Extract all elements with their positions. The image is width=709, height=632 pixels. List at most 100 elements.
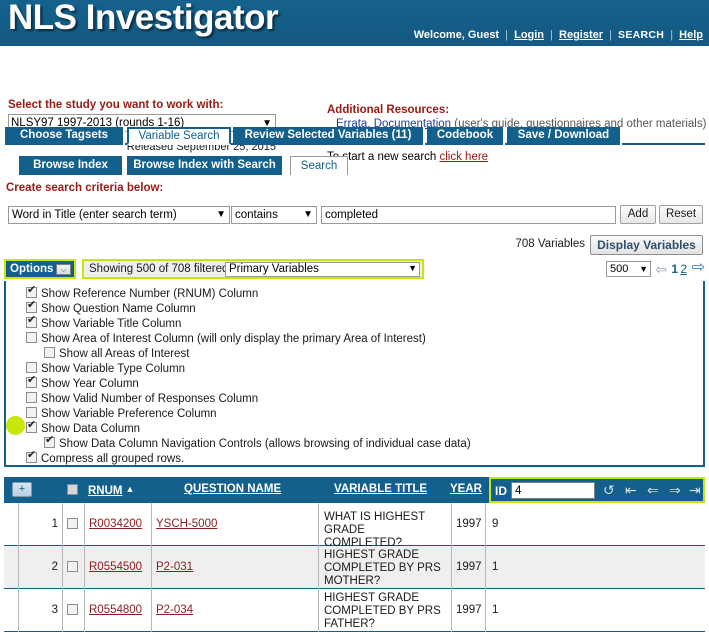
checkbox-icon[interactable] [26, 375, 37, 388]
row-variable-title: HIGHEST GRADE COMPLETED BY PRS FATHER? [324, 592, 441, 630]
row-question-name[interactable]: P2-034 [156, 604, 193, 616]
option-show-variable-type-column[interactable]: Show Variable Type Column [26, 362, 185, 375]
question-name-link[interactable]: P2-034 [156, 604, 193, 616]
subtab-browse-index-with-search[interactable]: Browse Index with Search [127, 156, 282, 175]
row-select-checkbox[interactable] [67, 518, 78, 529]
next-record-icon[interactable]: ⇒ [669, 482, 681, 499]
row-rnum[interactable]: R0034200 [89, 518, 142, 530]
next-page-arrow-icon[interactable]: ⇨ [692, 260, 705, 276]
tab-review-selected[interactable]: Review Selected Variables (11) [233, 127, 425, 145]
sort-ascending-icon: ▲ [125, 484, 135, 494]
checkbox-icon[interactable] [26, 300, 37, 313]
option-label: Show Variable Title Column [41, 318, 182, 330]
row-rnum[interactable]: R0554500 [89, 561, 142, 573]
option-show-rnum-column[interactable]: Show Reference Number (RNUM) Column [26, 285, 259, 300]
option-compress-grouped-rows[interactable]: Compress all grouped rows. [26, 450, 184, 465]
app-header: NLS Investigator Welcome, Guest | Login … [0, 0, 709, 46]
row-data-value: 1 [492, 561, 499, 573]
options-toggle-button[interactable]: Options ⌵ [4, 259, 76, 279]
register-link[interactable]: Register [559, 29, 603, 41]
row-select-checkbox[interactable] [67, 604, 78, 615]
expand-all-button[interactable]: + [12, 482, 32, 497]
rnum-link[interactable]: R0554800 [89, 604, 142, 616]
case-id-input[interactable] [511, 482, 595, 499]
filter-bar: Showing 500 of 708 filtered by Primary V… [82, 259, 424, 279]
checkbox-icon[interactable] [26, 392, 37, 403]
options-panel: Show Reference Number (RNUM) Column Show… [4, 281, 705, 467]
table-row[interactable]: 3 R0554800 P2-034 HIGHEST GRADE COMPLETE… [4, 589, 705, 632]
highlight-marker-dot [6, 416, 25, 435]
checkbox-icon[interactable] [26, 450, 37, 463]
search-operator-select[interactable]: contains ▼ [231, 206, 317, 224]
checkbox-icon[interactable] [26, 285, 37, 298]
checkbox-icon[interactable] [44, 347, 55, 358]
row-rnum[interactable]: R0554800 [89, 604, 142, 616]
page-size-select[interactable]: 500 ▼ [606, 261, 651, 277]
question-name-link[interactable]: P2-031 [156, 561, 193, 573]
refresh-icon[interactable]: ↺ [603, 482, 615, 499]
tab-variable-search[interactable]: Variable Search [127, 127, 231, 145]
option-show-data-column[interactable]: Show Data Column [26, 420, 140, 435]
row-variable-title: WHAT IS HIGHEST GRADE COMPLETED? [324, 511, 425, 549]
link-separator: | [609, 29, 612, 41]
link-separator: | [670, 29, 674, 41]
search-field-select[interactable]: Word in Title (enter search term) ▼ [8, 206, 230, 224]
checkbox-icon[interactable] [44, 435, 55, 448]
row-select-checkbox[interactable] [67, 561, 78, 572]
first-record-icon[interactable]: ⇤ [625, 482, 637, 499]
table-row[interactable]: 2 R0554500 P2-031 HIGHEST GRADE COMPLETE… [4, 546, 705, 589]
previous-record-icon[interactable]: ⇐ [647, 482, 659, 499]
row-question-name[interactable]: P2-031 [156, 561, 193, 573]
last-record-icon[interactable]: ⇥ [689, 482, 701, 499]
login-link[interactable]: Login [514, 29, 544, 41]
page-number-1[interactable]: 1 [671, 262, 678, 276]
display-variables-button[interactable]: Display Variables [590, 235, 703, 255]
checkbox-icon[interactable] [26, 362, 37, 373]
checkbox-icon[interactable] [26, 332, 37, 343]
subtab-browse-index[interactable]: Browse Index [19, 156, 122, 175]
subtab-search[interactable]: Search [290, 156, 348, 175]
option-show-area-of-interest-column[interactable]: Show Area of Interest Column (will only … [26, 332, 426, 345]
page-number-2[interactable]: 2 [680, 262, 687, 276]
option-show-all-areas-of-interest[interactable]: Show all Areas of Interest [44, 347, 189, 360]
option-show-valid-responses-column[interactable]: Show Valid Number of Responses Column [26, 392, 258, 405]
option-label: Show Variable Type Column [41, 363, 186, 375]
filter-select[interactable]: Primary Variables ▼ [225, 262, 420, 277]
add-criteria-button[interactable]: Add [620, 205, 656, 224]
rnum-link[interactable]: R0034200 [89, 518, 142, 530]
results-table: + RNUM ▲ QUESTION NAME VARIABLE TITLE YEA… [4, 477, 705, 632]
option-show-variable-preference-column[interactable]: Show Variable Preference Column [26, 407, 217, 420]
checkbox-icon[interactable] [26, 420, 37, 433]
option-label: Show Reference Number (RNUM) Column [41, 288, 259, 300]
column-header-rnum[interactable]: RNUM ▲ [88, 477, 134, 503]
previous-page-arrow-icon[interactable]: ⇦ [655, 262, 667, 276]
chevron-down-icon: ▼ [303, 209, 313, 220]
welcome-text: Welcome, Guest [413, 29, 500, 41]
search-link[interactable]: SEARCH [618, 29, 664, 41]
additional-resources-heading: Additional Resources: [327, 104, 450, 116]
checkbox-icon[interactable] [26, 315, 37, 328]
rnum-link[interactable]: R0554500 [89, 561, 142, 573]
row-year: 1997 [456, 518, 482, 530]
column-header-variable-title[interactable]: VARIABLE TITLE [334, 477, 427, 503]
tab-save-download[interactable]: Save / Download [507, 127, 622, 145]
option-label: Show Variable Preference Column [41, 408, 217, 420]
select-all-checkbox[interactable] [67, 484, 78, 495]
app-title: NLS Investigator [8, 0, 279, 37]
reset-criteria-button[interactable]: Reset [659, 205, 703, 224]
table-row[interactable]: 1 R0034200 YSCH-5000 WHAT IS HIGHEST GRA… [4, 503, 705, 549]
option-show-variable-title-column[interactable]: Show Variable Title Column [26, 315, 182, 330]
checkbox-icon[interactable] [26, 407, 37, 418]
column-header-question-name[interactable]: QUESTION NAME [184, 477, 281, 503]
option-label: Show all Areas of Interest [59, 348, 190, 360]
option-show-data-nav-controls[interactable]: Show Data Column Navigation Controls (al… [44, 435, 471, 450]
question-name-link[interactable]: YSCH-5000 [156, 518, 217, 530]
option-show-year-column[interactable]: Show Year Column [26, 375, 139, 390]
row-question-name[interactable]: YSCH-5000 [156, 518, 217, 530]
column-header-year[interactable]: YEAR [450, 477, 482, 503]
tab-choose-tagsets[interactable]: Choose Tagsets [5, 127, 125, 145]
help-link[interactable]: Help [679, 29, 703, 41]
option-show-question-name-column[interactable]: Show Question Name Column [26, 300, 196, 315]
search-term-input[interactable] [321, 206, 616, 224]
tab-codebook[interactable]: Codebook [427, 127, 505, 145]
